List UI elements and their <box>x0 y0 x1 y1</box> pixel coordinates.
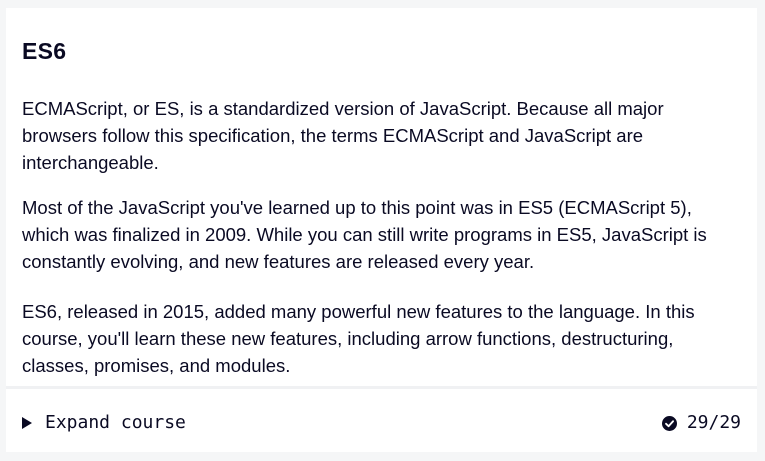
expand-course-label: Expand course <box>45 412 186 433</box>
course-card: ES6 ECMAScript, or ES, is a standardized… <box>6 8 757 452</box>
course-intro-paragraph: ECMAScript, or ES, is a standardized ver… <box>22 98 664 173</box>
course-es6-paragraph: ES6, released in 2015, added many powerf… <box>22 301 695 376</box>
course-es5-paragraph: Most of the JavaScript you've learned up… <box>22 197 707 272</box>
progress-count: 29/29 <box>686 412 741 433</box>
course-description: ES6 ECMAScript, or ES, is a standardized… <box>6 8 757 386</box>
course-progress: 29/29 <box>661 412 741 433</box>
check-circle-icon <box>661 415 677 431</box>
expand-course-button[interactable]: Expand course <box>22 413 186 433</box>
course-title: ES6 <box>22 38 67 64</box>
course-footer: Expand course 29/29 <box>6 389 757 452</box>
triangle-right-icon <box>22 417 32 429</box>
